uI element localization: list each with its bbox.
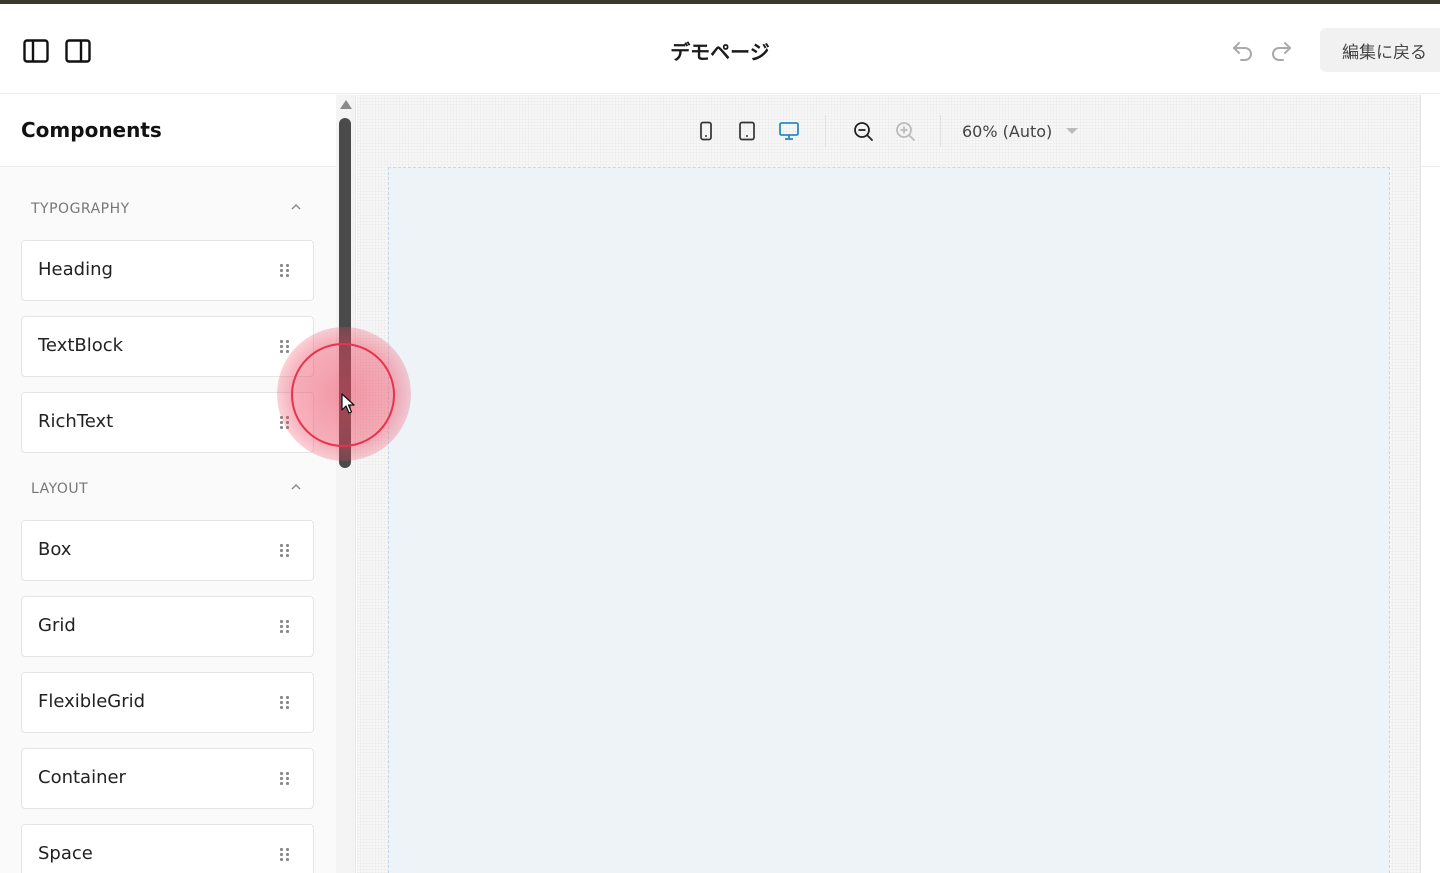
section-label-typography: TYPOGRAPHY bbox=[31, 201, 130, 217]
canvas-area: 60% (Auto) bbox=[357, 95, 1420, 873]
scroll-up-arrow-icon[interactable] bbox=[340, 100, 352, 109]
drag-handle-icon bbox=[280, 544, 290, 558]
component-card-heading[interactable]: Heading bbox=[21, 240, 314, 301]
viewport-tablet-button[interactable] bbox=[735, 119, 759, 143]
caret-down-icon bbox=[1066, 128, 1079, 134]
properties-panel bbox=[1420, 95, 1440, 873]
component-label: FlexibleGrid bbox=[38, 691, 146, 712]
zoom-level-value: 60% (Auto) bbox=[962, 121, 1053, 141]
component-card-flexiblegrid[interactable]: FlexibleGrid bbox=[21, 672, 314, 733]
component-label: RichText bbox=[38, 411, 114, 432]
drag-handle-icon bbox=[280, 620, 290, 634]
redo-button[interactable] bbox=[1268, 37, 1294, 63]
sidebar-scrollbar[interactable] bbox=[336, 95, 356, 873]
component-label: Space bbox=[38, 843, 93, 864]
component-label: Heading bbox=[38, 259, 113, 280]
panel-left-icon bbox=[23, 39, 49, 63]
page-title: デモページ bbox=[670, 40, 770, 64]
component-label: Container bbox=[38, 767, 126, 788]
sidebar-header: Components bbox=[0, 95, 336, 167]
components-sidebar: Components TYPOGRAPHY Heading TextBlock … bbox=[0, 95, 336, 873]
drag-handle-icon bbox=[280, 848, 290, 862]
drag-handle-icon bbox=[280, 340, 290, 354]
panel-right-icon bbox=[65, 39, 91, 63]
collapse-typography-button[interactable] bbox=[288, 199, 304, 215]
zoom-out-button[interactable] bbox=[851, 119, 875, 143]
redo-icon bbox=[1272, 42, 1291, 61]
viewport-mobile-button[interactable] bbox=[694, 119, 718, 143]
scrollbar-thumb[interactable] bbox=[339, 118, 351, 468]
component-card-textblock[interactable]: TextBlock bbox=[21, 316, 314, 377]
collapse-layout-button[interactable] bbox=[288, 479, 304, 495]
undo-icon bbox=[1233, 42, 1252, 61]
zoom-in-icon bbox=[896, 122, 915, 141]
chevron-up-icon bbox=[291, 484, 301, 490]
component-card-richtext[interactable]: RichText bbox=[21, 392, 314, 453]
tablet-icon bbox=[739, 121, 755, 141]
component-label: TextBlock bbox=[38, 335, 124, 356]
chevron-up-icon bbox=[291, 204, 301, 210]
editor-header: デモページ 編集に戻る bbox=[0, 4, 1440, 94]
section-label-layout: LAYOUT bbox=[31, 481, 89, 497]
component-card-box[interactable]: Box bbox=[21, 520, 314, 581]
mobile-icon bbox=[700, 121, 712, 141]
toolbar-divider bbox=[825, 115, 826, 147]
component-card-grid[interactable]: Grid bbox=[21, 596, 314, 657]
component-card-space[interactable]: Space bbox=[21, 824, 314, 873]
undo-button[interactable] bbox=[1230, 37, 1256, 63]
drag-handle-icon bbox=[280, 772, 290, 786]
drag-handle-icon bbox=[280, 264, 290, 278]
zoom-out-icon bbox=[854, 122, 873, 141]
page-canvas-dropzone[interactable] bbox=[388, 167, 1390, 873]
zoom-level-select[interactable]: 60% (Auto) bbox=[962, 119, 1079, 143]
component-card-container[interactable]: Container bbox=[21, 748, 314, 809]
toggle-left-panel-button[interactable] bbox=[22, 37, 50, 65]
zoom-in-button[interactable] bbox=[893, 119, 917, 143]
properties-panel-header bbox=[1421, 95, 1440, 167]
viewport-desktop-button[interactable] bbox=[777, 119, 801, 143]
desktop-icon bbox=[779, 122, 799, 140]
toolbar-divider bbox=[940, 115, 941, 147]
component-label: Box bbox=[38, 539, 72, 560]
back-to-edit-button[interactable]: 編集に戻る bbox=[1320, 28, 1440, 72]
toggle-right-panel-button[interactable] bbox=[64, 37, 92, 65]
sidebar-title: Components bbox=[21, 118, 162, 142]
canvas-toolbar: 60% (Auto) bbox=[357, 95, 1420, 167]
drag-handle-icon bbox=[280, 416, 290, 430]
drag-handle-icon bbox=[280, 696, 290, 710]
component-label: Grid bbox=[38, 615, 76, 636]
